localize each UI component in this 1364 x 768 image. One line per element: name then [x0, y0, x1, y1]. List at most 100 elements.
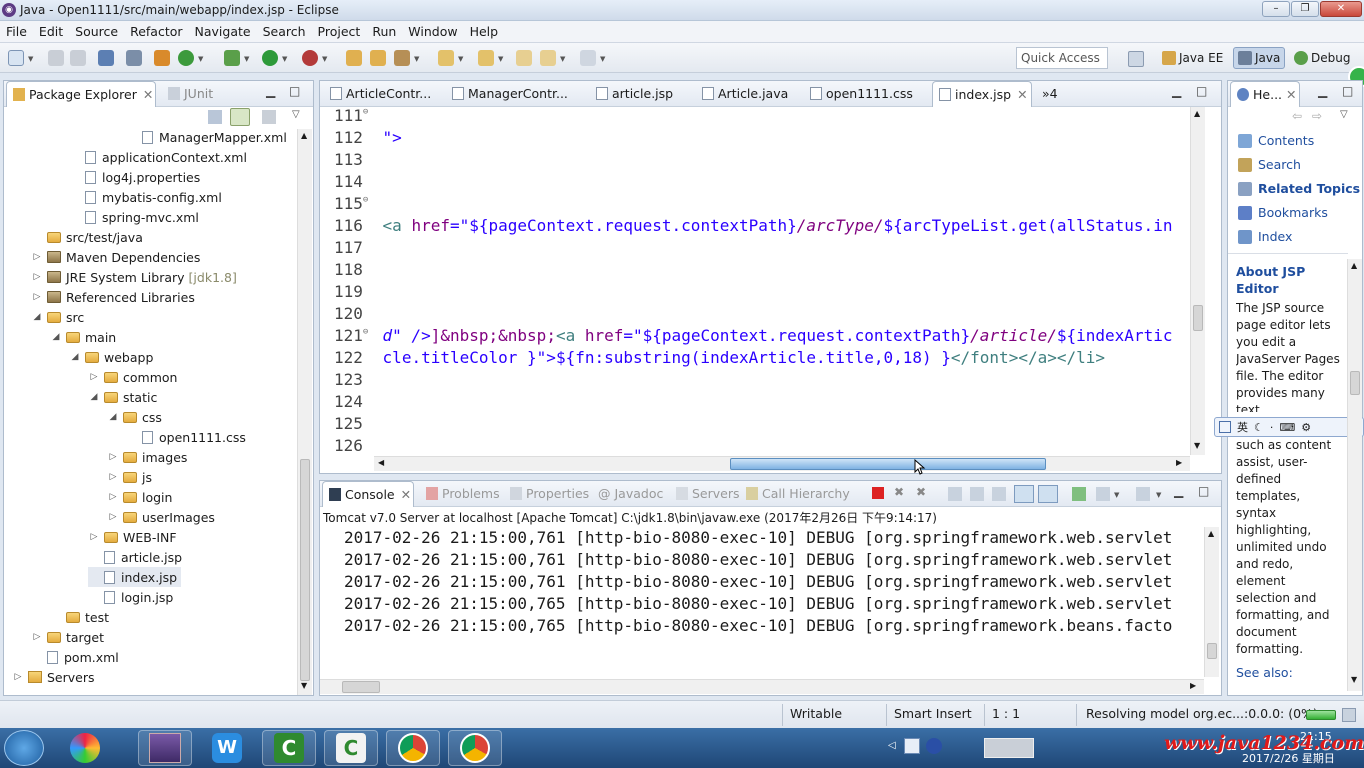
editor-tab-articlecontroller[interactable]: ArticleContr...	[324, 81, 437, 107]
maximize-view-icon[interactable]: □	[289, 84, 300, 98]
console-vertical-scrollbar[interactable]: ▲	[1204, 527, 1219, 677]
open-console-icon[interactable]	[1136, 487, 1150, 501]
dropdown-arrow-icon[interactable]: ▼	[244, 55, 249, 63]
perspective-java[interactable]: Java	[1233, 47, 1286, 69]
previous-annotation-icon[interactable]	[478, 50, 494, 66]
build-icon[interactable]	[154, 50, 170, 66]
editor-tab-article-jsp[interactable]: article.jsp	[590, 81, 679, 107]
search-tool-icon[interactable]	[394, 50, 410, 66]
scroll-thumb[interactable]	[1193, 305, 1203, 331]
tree-item[interactable]: ▷ login	[107, 487, 173, 507]
tree-item[interactable]: test	[50, 607, 109, 627]
refresh-icon[interactable]	[178, 50, 194, 66]
tab-properties[interactable]: Properties	[504, 481, 595, 507]
help-link-contents[interactable]: Contents	[1238, 133, 1314, 148]
tree-toggle-icon[interactable]: ◢	[88, 392, 100, 402]
minimize-view-icon[interactable]: ▁	[1174, 484, 1183, 498]
remove-all-icon[interactable]: ✖	[916, 485, 926, 499]
tree-toggle-icon[interactable]: ▷	[31, 272, 43, 282]
maximize-view-icon[interactable]: □	[1198, 484, 1209, 498]
collapse-all-icon[interactable]	[208, 110, 222, 124]
editor-vertical-scrollbar[interactable]: ▲ ▼	[1190, 107, 1205, 455]
help-see-also[interactable]: See also:	[1236, 665, 1293, 680]
maximize-button[interactable]: ❐	[1291, 1, 1319, 17]
scroll-thumb[interactable]	[1350, 371, 1360, 395]
console-output[interactable]: 2017-02-26 21:15:00,761 [http-bio-8080-e…	[320, 525, 1204, 677]
tree-toggle-icon[interactable]: ▷	[31, 632, 43, 642]
close-tab-icon[interactable]: ✕	[143, 87, 153, 102]
tree-item[interactable]: spring-mvc.xml	[69, 207, 199, 227]
tree-toggle-icon[interactable]: ▷	[31, 292, 43, 302]
tree-item[interactable]: ▷ js	[107, 467, 152, 487]
external-tools-icon[interactable]	[302, 50, 318, 66]
menu-search[interactable]: Search	[257, 21, 312, 42]
scroll-thumb[interactable]	[1207, 643, 1217, 659]
tree-item[interactable]: ▷ userImages	[107, 507, 215, 527]
dropdown-arrow-icon[interactable]: ▼	[28, 55, 33, 63]
taskbar-app-colorful-icon[interactable]	[58, 730, 112, 766]
start-button-icon[interactable]	[4, 730, 44, 766]
editor-tab-overflow[interactable]: »4	[1036, 81, 1064, 107]
view-menu-icon[interactable]: ▽	[1340, 109, 1348, 120]
tree-toggle-icon[interactable]: ▷	[107, 452, 119, 462]
taskbar-camtasia-recorder-icon[interactable]: C	[324, 730, 378, 766]
tree-item[interactable]: log4j.properties	[69, 167, 200, 187]
tree-toggle-icon[interactable]: ▷	[107, 472, 119, 482]
help-link-related-topics[interactable]: Related Topics	[1238, 181, 1360, 196]
menu-help[interactable]: Help	[464, 21, 505, 42]
code-area[interactable]: 111⊖ 112 "> 113 114 115⊖ 116 <a href="${p…	[320, 107, 1190, 457]
tree-item[interactable]: mybatis-config.xml	[69, 187, 222, 207]
help-link-bookmarks[interactable]: Bookmarks	[1238, 205, 1328, 220]
word-wrap-icon[interactable]	[992, 487, 1006, 501]
tab-console[interactable]: Console ✕	[322, 481, 414, 507]
close-tab-icon[interactable]: ✕	[401, 487, 411, 502]
tree-item[interactable]: ManagerMapper.xml	[126, 127, 287, 147]
close-window-button[interactable]: ✕	[1320, 1, 1362, 17]
tab-junit[interactable]: JUnit	[162, 81, 219, 107]
editor-tab-managercontroller[interactable]: ManagerContr...	[446, 81, 574, 107]
tree-toggle-icon[interactable]: ▷	[31, 252, 43, 262]
new-java-project-icon[interactable]	[346, 50, 362, 66]
view-menu-icon[interactable]: ▽	[292, 109, 300, 120]
minimize-view-icon[interactable]: ▁	[1318, 84, 1327, 98]
dropdown-arrow-icon[interactable]: ▼	[498, 55, 503, 63]
scroll-down-icon[interactable]: ▼	[301, 681, 307, 690]
fold-toggle-icon[interactable]: ⊖	[363, 325, 373, 339]
help-link-index[interactable]: Index	[1238, 229, 1292, 244]
tab-call-hierarchy[interactable]: Call Hierarchy	[740, 481, 856, 507]
close-tab-icon[interactable]: ✕	[1286, 87, 1296, 102]
tree-toggle-icon[interactable]: ▷	[12, 672, 24, 682]
forward-icon[interactable]	[580, 50, 596, 66]
menu-project[interactable]: Project	[312, 21, 367, 42]
tree-item[interactable]: ◢ static	[88, 387, 158, 407]
scroll-up-icon[interactable]: ▲	[301, 131, 307, 140]
focus-icon[interactable]	[262, 110, 276, 124]
fold-toggle-icon[interactable]: ⊖	[363, 107, 373, 119]
tree-item[interactable]: index.jsp	[88, 567, 182, 587]
tree-item[interactable]: pom.xml	[31, 647, 119, 667]
tab-javadoc[interactable]: @ Javadoc	[592, 481, 669, 507]
tree-toggle-icon[interactable]: ◢	[50, 332, 62, 342]
scroll-thumb[interactable]	[300, 459, 310, 681]
taskbar-eclipse-icon[interactable]	[138, 730, 192, 766]
scroll-up-icon[interactable]: ▲	[1208, 529, 1214, 538]
tree-toggle-icon[interactable]: ▷	[88, 532, 100, 542]
menu-source[interactable]: Source	[69, 21, 124, 42]
tree-toggle-icon[interactable]: ◢	[31, 312, 43, 322]
open-perspective-icon[interactable]	[1128, 51, 1144, 67]
scroll-left-icon[interactable]: ◀	[378, 458, 384, 467]
dropdown-arrow-icon[interactable]: ▼	[600, 55, 605, 63]
scroll-up-icon[interactable]: ▲	[1194, 109, 1200, 118]
display-console-icon[interactable]	[1096, 487, 1110, 501]
minimize-view-icon[interactable]: ▁	[266, 84, 275, 98]
taskbar-wps-icon[interactable]: W	[200, 730, 254, 766]
tree-item[interactable]: applicationContext.xml	[69, 147, 247, 167]
editor-tab-article-java[interactable]: Article.java	[696, 81, 794, 107]
menu-navigate[interactable]: Navigate	[189, 21, 257, 42]
perspective-java-ee[interactable]: Java EE	[1158, 47, 1227, 69]
new-icon[interactable]	[8, 50, 24, 66]
fold-toggle-icon[interactable]: ⊖	[363, 193, 373, 207]
skip-breakpoints-icon[interactable]	[126, 50, 142, 66]
scroll-down-icon[interactable]: ▼	[1194, 441, 1200, 450]
show-on-stderr-icon[interactable]	[1038, 485, 1058, 503]
